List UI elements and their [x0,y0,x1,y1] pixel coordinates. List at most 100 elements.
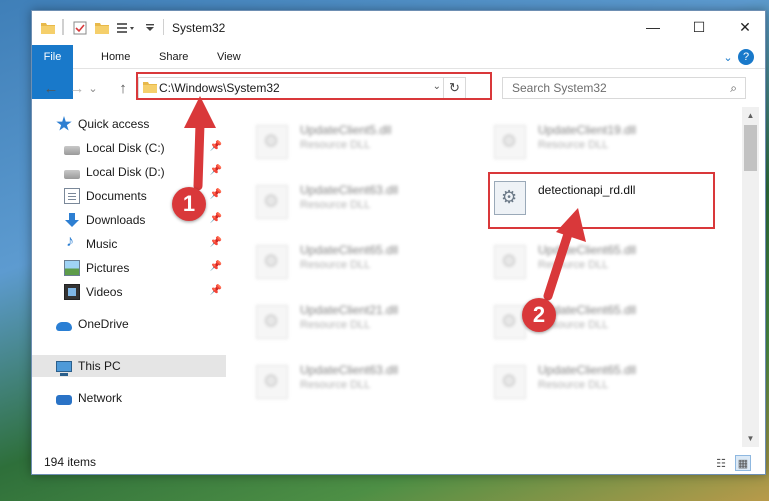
file-item[interactable]: UpdateClient63.dll Resource DLL [226,353,448,407]
tab-home[interactable]: Home [92,45,139,69]
pin-icon: 📌 [209,189,222,200]
separator [62,19,64,35]
tab-share[interactable]: Share [150,45,197,69]
file-type: Resource DLL [538,259,609,271]
documents-icon [64,188,80,204]
large-icons-view-icon[interactable]: ▦ [735,455,751,471]
address-highlight-box [136,72,492,100]
downloads-icon [64,212,80,228]
file-item[interactable]: UpdateClient21.dll Resource DLL [226,293,448,347]
file-name: UpdateClient5.dll [300,123,392,137]
new-folder-icon[interactable] [94,19,110,37]
pin-icon: 📌 [209,261,222,272]
file-name: UpdateClient21.dll [300,303,399,317]
minimize-button[interactable]: — [630,11,676,43]
pin-icon: 📌 [209,213,222,224]
search-box[interactable]: ⌕ [502,77,746,99]
recent-locations-icon[interactable]: ⌄ [86,77,100,99]
back-button[interactable]: ← [40,77,62,99]
pin-icon: 📌 [209,285,222,296]
music-icon [64,233,80,252]
sidebar-item-this-pc[interactable]: This PC [32,355,226,377]
sidebar-item-local-disk-c[interactable]: Local Disk (C:) 📌 [32,137,226,159]
dll-file-icon [256,125,288,159]
quick-access-dropdown-icon[interactable] [144,19,156,37]
star-icon [56,116,72,131]
help-icon[interactable]: ? [738,49,754,65]
file-item[interactable]: UpdateClient65.dll Resource DLL [464,353,686,407]
item-count: 194 items [44,455,97,469]
file-type: Resource DLL [300,259,371,271]
file-item[interactable]: UpdateClient63.dll Resource DLL [226,173,448,227]
sidebar-item-music[interactable]: Music 📌 [32,233,226,255]
pin-icon: 📌 [209,237,222,248]
close-button[interactable]: ✕ [722,11,765,43]
expand-ribbon-icon[interactable]: ⌄ [718,47,738,67]
tab-view[interactable]: View [208,45,250,69]
dll-file-icon [256,185,288,219]
sidebar-item-label: OneDrive [78,317,129,331]
scroll-up-icon[interactable]: ▲ [742,107,759,124]
forward-button[interactable]: → [66,77,88,99]
sidebar-item-label: Quick access [78,117,150,131]
sidebar-item-label: Local Disk (D:) [86,165,165,179]
file-type: Resource DLL [300,319,371,331]
file-item[interactable]: UpdateClient19.dll Resource DLL [464,113,686,167]
file-list: UpdateClient5.dll Resource DLL UpdateCli… [226,107,742,447]
ribbon: File Home Share View ⌄ ? [32,45,765,99]
callout-badge-1: 1 [172,187,206,221]
dll-file-icon [256,245,288,279]
file-highlight-box [488,172,715,229]
file-type: Resource DLL [538,379,609,391]
vertical-scrollbar[interactable]: ▲ ▼ [742,107,759,447]
sidebar-item-quick-access[interactable]: Quick access [32,113,226,135]
pictures-icon [64,260,80,276]
up-button[interactable]: ↑ [112,77,134,99]
file-type: Resource DLL [300,379,371,391]
sidebar-item-pictures[interactable]: Pictures 📌 [32,257,226,279]
sidebar-item-onedrive[interactable]: OneDrive [32,313,226,335]
network-icon [56,394,72,405]
status-bar: 194 items ☷ ▦ [32,451,765,474]
disk-icon [64,169,80,179]
file-item[interactable]: UpdateClient65.dll Resource DLL [464,233,686,287]
sidebar-item-videos[interactable]: Videos 📌 [32,281,226,303]
sidebar-item-local-disk-d[interactable]: Local Disk (D:) 📌 [32,161,226,183]
dll-file-icon [494,305,526,339]
scroll-thumb[interactable] [744,125,757,171]
dll-file-icon [256,365,288,399]
sidebar-item-label: Pictures [86,261,130,275]
file-item[interactable]: UpdateClient65.dll Resource DLL [464,293,686,347]
sidebar-item-label: Documents [86,189,147,203]
pin-icon: 📌 [209,165,222,176]
file-name: UpdateClient65.dll [538,363,637,377]
dll-file-icon [494,245,526,279]
properties-icon[interactable] [72,19,88,37]
navigation-pane: Quick access Local Disk (C:) 📌 Local Dis… [32,107,226,447]
title-bar: System32 — ☐ ✕ [32,11,765,43]
sidebar-item-label: Local Disk (C:) [86,141,165,155]
file-item[interactable]: UpdateClient65.dll Resource DLL [226,233,448,287]
disk-icon [64,145,80,155]
customize-toolbar-icon[interactable] [116,19,136,37]
sidebar-item-label: Videos [86,285,123,299]
sidebar-item-label: Network [78,391,123,405]
sidebar-item-label: Downloads [86,213,146,227]
dll-file-icon [256,305,288,339]
computer-icon [56,361,72,376]
sidebar-item-network[interactable]: Network [32,387,226,409]
sidebar-item-label: This PC [78,359,121,373]
search-icon[interactable]: ⌕ [730,81,737,96]
details-view-icon[interactable]: ☷ [713,455,729,471]
window-title: System32 [172,21,226,35]
file-name: UpdateClient19.dll [538,123,637,137]
pin-icon: 📌 [209,141,222,152]
scroll-down-icon[interactable]: ▼ [742,430,759,447]
maximize-button[interactable]: ☐ [676,11,722,43]
sidebar-item-label: Music [86,237,118,251]
search-input[interactable] [503,78,703,98]
file-item[interactable]: UpdateClient5.dll Resource DLL [226,113,448,167]
separator [163,19,164,35]
dll-file-icon [494,125,526,159]
cloud-icon [56,321,72,331]
